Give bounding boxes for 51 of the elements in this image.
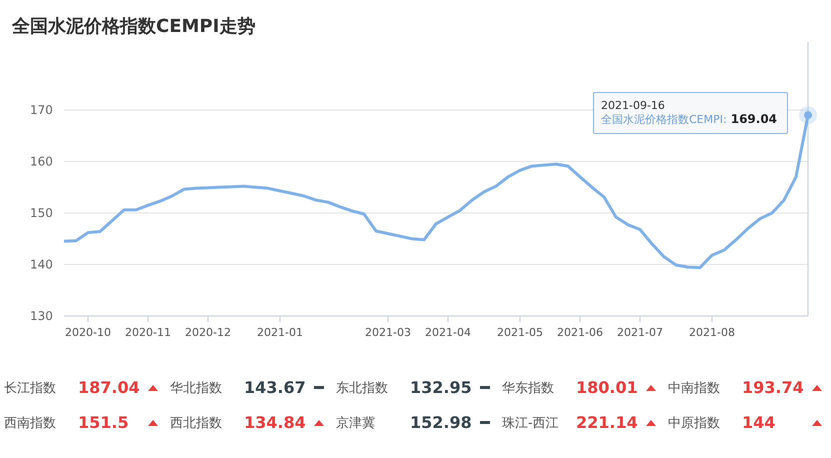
up-triangle-icon <box>148 420 158 426</box>
up-triangle-icon <box>646 420 656 426</box>
y-axis-label: 140 <box>30 258 53 272</box>
chart-title: 全国水泥价格指数CEMPI走势 <box>12 15 256 39</box>
dash-icon <box>480 421 490 424</box>
x-axis-label: 2021-04 <box>425 326 471 339</box>
index-name: 中南指数 <box>667 380 721 396</box>
index-value: 132.95 <box>410 378 473 397</box>
index-name: 华北指数 <box>169 380 223 396</box>
index-name: 西北指数 <box>169 414 223 432</box>
tooltip-series-label: 全国水泥价格指数CEMPI <box>601 112 723 127</box>
x-axis-label: 2021-08 <box>689 326 735 339</box>
up-triangle-icon <box>148 384 158 390</box>
index-name: 东北指数 <box>335 380 389 396</box>
x-axis-label: 2021-05 <box>497 326 543 339</box>
x-axis-label: 2021-07 <box>617 326 663 339</box>
up-triangle-icon <box>646 384 656 390</box>
index-name: 华东指数 <box>501 380 555 396</box>
up-triangle-icon <box>812 420 822 426</box>
dash-icon <box>480 386 490 389</box>
index-name: 珠江-西江 <box>501 414 560 432</box>
index-value: 134.84 <box>244 413 307 432</box>
tooltip-value: 169.04 <box>730 112 778 126</box>
y-axis-label: 130 <box>30 309 53 323</box>
x-axis-label: 2020-11 <box>125 326 171 339</box>
index-value: 152.98 <box>410 413 473 432</box>
y-axis-label: 150 <box>30 206 53 220</box>
dash-icon <box>314 386 324 389</box>
index-name: 长江指数 <box>3 380 57 396</box>
index-name: 西南指数 <box>3 414 57 432</box>
y-axis-label: 170 <box>30 103 53 117</box>
up-triangle-icon <box>314 420 324 426</box>
tooltip-date: 2021-09-16 <box>601 99 666 112</box>
hover-point <box>799 106 817 124</box>
index-value: 187.04 <box>78 378 141 397</box>
index-value: 221.14 <box>576 413 639 432</box>
x-axis-label: 2021-03 <box>365 326 411 339</box>
index-value: 193.74 <box>742 378 805 397</box>
y-axis-label: 160 <box>30 154 53 168</box>
up-triangle-icon <box>812 384 822 390</box>
x-axis-label: 2021-01 <box>257 326 303 339</box>
index-name: 京津冀 <box>335 414 376 432</box>
index-value: 151.5 <box>78 413 130 432</box>
index-name: 中原指数 <box>667 414 721 432</box>
tooltip-separator: : <box>723 113 727 126</box>
index-value: 144 <box>742 413 776 432</box>
x-axis-label: 2020-10 <box>65 326 111 339</box>
index-value: 143.67 <box>244 378 307 397</box>
x-axis-label: 2021-06 <box>557 326 603 339</box>
index-value: 180.01 <box>576 378 639 397</box>
x-axis-label: 2020-12 <box>185 326 231 339</box>
